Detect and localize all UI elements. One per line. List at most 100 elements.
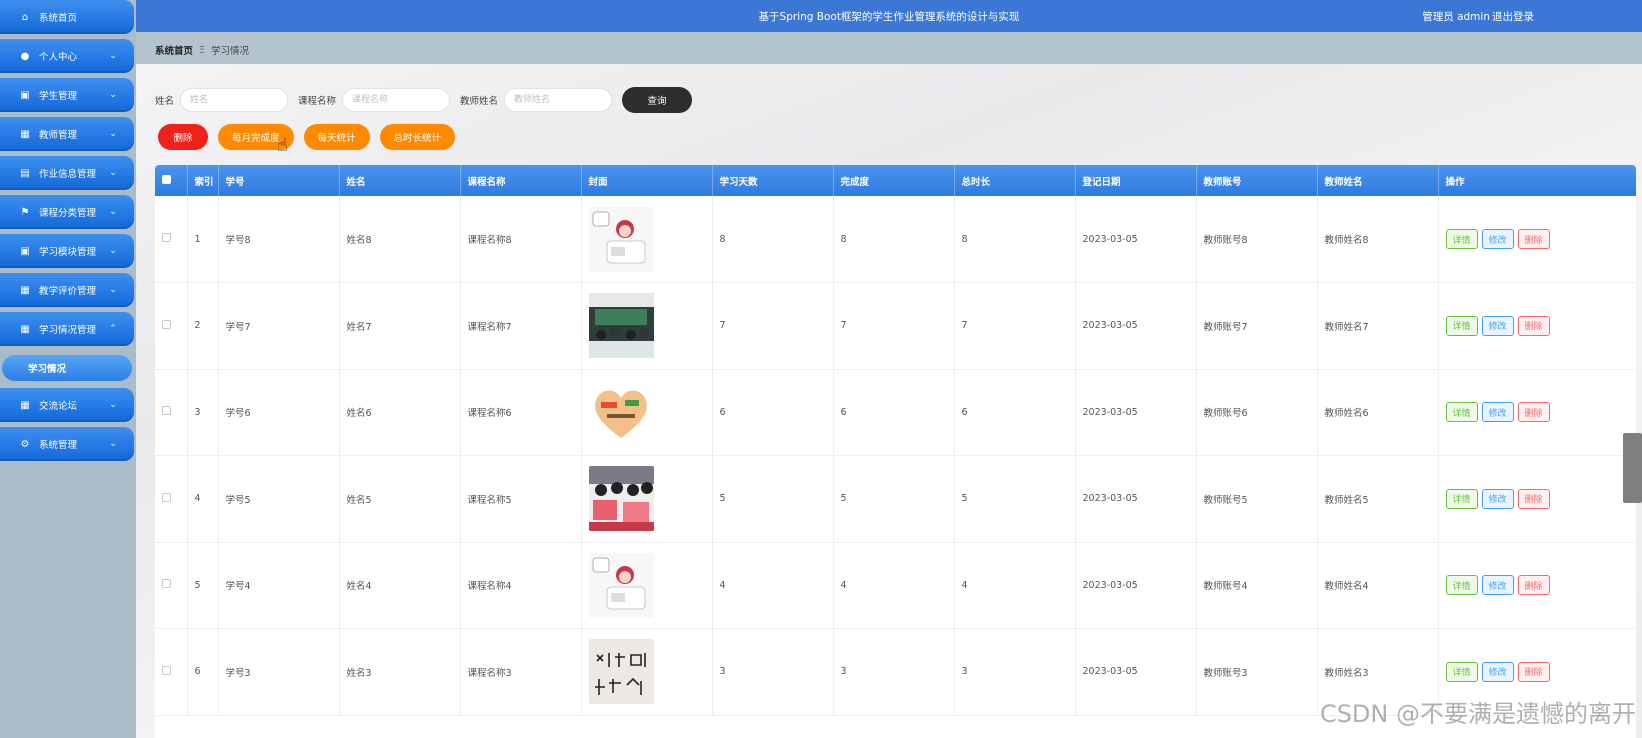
detail-button[interactable]: 详情 <box>1445 402 1478 423</box>
register-date-cell: 2023-03-05 <box>1075 196 1197 283</box>
column-header: 学习天数 <box>712 165 834 196</box>
total-duration-cell: 4 <box>954 542 1076 629</box>
row-checkbox[interactable] <box>162 492 171 502</box>
table-row[interactable]: 2 学号7 姓名7 课程名称7 7 7 7 2023-03-05 教师账号7 教师姓名7 详情 修改删… <box>155 282 1636 369</box>
cover-image[interactable] <box>588 552 712 618</box>
row-select-cell <box>155 196 188 283</box>
delete-button[interactable]: 删除 <box>1517 661 1550 682</box>
grid-icon: ▦ <box>20 284 30 296</box>
sidebar-item-label: 课程分类管理 <box>39 208 97 219</box>
name-search-input[interactable] <box>180 88 289 112</box>
total-duration-cell: 8 <box>954 196 1076 283</box>
teacher-search-input[interactable] <box>504 88 613 112</box>
detail-button[interactable]: 详情 <box>1445 315 1478 336</box>
cover-image[interactable] <box>588 293 712 359</box>
column-header: 姓名 <box>339 165 461 196</box>
detail-button[interactable]: 详情 <box>1445 575 1478 596</box>
edit-button[interactable]: 修改 <box>1481 661 1514 682</box>
column-header: 总时长 <box>954 165 1076 196</box>
batch-delete-button[interactable]: 删除 <box>158 124 208 150</box>
cover-image[interactable] <box>588 466 712 532</box>
breadcrumb-current: 学习情况 <box>211 46 250 57</box>
select-all-checkbox[interactable] <box>162 174 171 184</box>
sidebar-item-system[interactable]: ⚙ 系统管理 ⌄ <box>0 427 134 461</box>
row-checkbox[interactable] <box>162 233 171 242</box>
grid-icon: ▦ <box>20 399 30 411</box>
table-row[interactable]: 1 学号8 姓名8 课程名称8 8 8 8 2023-03-05 教师账号8 教师姓名8 详情 修改删… <box>155 196 1636 283</box>
query-button[interactable]: 查询 <box>622 87 693 113</box>
row-checkbox[interactable] <box>162 579 171 589</box>
delete-button[interactable]: 删除 <box>1517 575 1550 596</box>
delete-button[interactable]: 删除 <box>1517 315 1550 336</box>
edit-button[interactable]: 修改 <box>1481 575 1514 596</box>
teacher-name-cell: 教师姓名4 <box>1317 542 1439 629</box>
delete-button[interactable]: 删除 <box>1517 402 1550 423</box>
total-duration-button[interactable]: 总时长统计 <box>379 124 456 150</box>
edit-button[interactable]: 修改 <box>1481 488 1514 509</box>
course-search-input[interactable] <box>342 88 451 112</box>
chevron-down-icon: ⌄ <box>109 400 117 410</box>
table-row[interactable]: 3 学号6 姓名6 课程名称6 6 6 6 2023-03-05 教师账号6 教师姓名6 详情 修改删… <box>155 369 1636 456</box>
sidebar-subitem-study-status[interactable]: 学习情况 <box>2 355 132 381</box>
sidebar-item-label: 系统管理 <box>39 440 78 451</box>
teacher-account-cell: 教师账号8 <box>1196 196 1318 283</box>
sidebar-item-profile[interactable]: ● 个人中心 ⌄ <box>0 39 134 73</box>
sidebar-item-home[interactable]: ⌂ 系统首页 <box>0 0 134 34</box>
operations-cell: 详情 修改 删除 <box>1438 196 1636 283</box>
sidebar-item-homework[interactable]: ▤ 作业信息管理 ⌄ <box>0 156 134 190</box>
index-cell: 5 <box>187 542 219 629</box>
register-date-cell: 2023-03-05 <box>1075 455 1197 542</box>
breadcrumb-home[interactable]: 系统首页 <box>155 43 193 57</box>
edit-button[interactable]: 修改 <box>1481 315 1514 336</box>
main-content: 姓名 课程名称 教师姓名 查询 删除 每月完成度 每天统计 总时长统计 ☝ 索引 <box>136 64 1642 738</box>
completion-cell: 3 <box>833 628 955 715</box>
detail-button[interactable]: 详情 <box>1445 229 1478 249</box>
sidebar-item-course-category[interactable]: ⚑ 课程分类管理 ⌄ <box>0 195 134 229</box>
delete-button[interactable]: 删除 <box>1517 488 1550 509</box>
cover-image[interactable] <box>588 206 712 272</box>
row-checkbox[interactable] <box>162 665 171 675</box>
sidebar-item-study-status[interactable]: ▦ 学习情况管理 ⌃ <box>0 312 134 346</box>
study-days-cell: 8 <box>712 196 834 283</box>
cover-cell <box>581 282 713 369</box>
completion-cell: 8 <box>833 196 955 283</box>
logout-link[interactable]: 退出登录 <box>1492 9 1642 24</box>
table-row[interactable]: 4 学号5 姓名5 课程名称5 5 5 5 2023-03-05 教师账号5 教师姓名5 详情 修改删… <box>155 455 1636 542</box>
cover-image[interactable] <box>588 639 712 705</box>
course-cell: 课程名称3 <box>460 628 582 715</box>
cover-image[interactable] <box>588 379 712 445</box>
index-cell: 4 <box>187 455 219 542</box>
action-toolbar: 删除 每月完成度 每天统计 总时长统计 <box>158 124 465 150</box>
teacher-account-cell: 教师账号5 <box>1196 455 1318 542</box>
student-no-cell: 学号5 <box>218 455 340 542</box>
delete-button[interactable]: 删除 <box>1517 229 1550 249</box>
edit-button[interactable]: 修改 <box>1481 229 1514 249</box>
teacher-name-cell: 教师姓名5 <box>1317 455 1439 542</box>
user-icon: ● <box>20 50 30 62</box>
detail-button[interactable]: 详情 <box>1445 661 1478 682</box>
index-cell: 3 <box>187 369 219 456</box>
completion-cell: 7 <box>833 282 955 369</box>
grid-icon: ▦ <box>20 128 30 140</box>
row-checkbox[interactable] <box>162 406 171 416</box>
daily-stats-button[interactable]: 每天统计 <box>303 124 370 150</box>
column-header: 登记日期 <box>1075 165 1197 196</box>
sidebar-item-forum[interactable]: ▦ 交流论坛 ⌄ <box>0 388 134 422</box>
teacher-account-cell: 教师账号3 <box>1196 628 1318 715</box>
edit-button[interactable]: 修改 <box>1481 402 1514 423</box>
sidebar-item-study-module[interactable]: ▣ 学习模块管理 ⌄ <box>0 234 134 268</box>
sidebar-item-students[interactable]: ▣ 学生管理 ⌄ <box>0 78 134 112</box>
chevron-down-icon: ⌄ <box>109 51 117 61</box>
breadcrumb-separator: Ξ <box>199 44 206 56</box>
sidebar-item-teachers[interactable]: ▦ 教师管理 ⌄ <box>0 117 134 151</box>
register-date-cell: 2023-03-05 <box>1075 282 1197 369</box>
scrollbar-thumb[interactable] <box>1623 433 1642 503</box>
sidebar-item-label: 教学评价管理 <box>39 286 97 297</box>
table-row[interactable]: 5 学号4 姓名4 课程名称4 4 4 4 2023-03-05 教师账号4 教师姓名4 详情 修改删… <box>155 542 1636 629</box>
name-cell: 姓名8 <box>339 196 461 283</box>
row-select-cell <box>155 455 188 542</box>
row-checkbox[interactable] <box>162 319 171 329</box>
detail-button[interactable]: 详情 <box>1445 488 1478 509</box>
sidebar-item-teaching-eval[interactable]: ▦ 教学评价管理 ⌄ <box>0 273 134 307</box>
search-form: 姓名 课程名称 教师姓名 查询 <box>155 87 693 113</box>
